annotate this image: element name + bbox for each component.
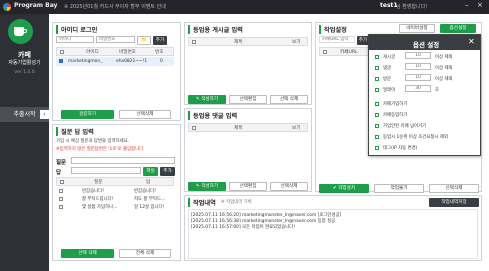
posts-limit-input[interactable]: 10 [405,52,431,59]
welcome-text: 님 환영합니다! [396,4,428,10]
add-question-button[interactable]: 추가 [160,167,175,176]
file-button[interactable]: 📁 [137,36,151,45]
select-all-checkbox[interactable] [192,40,196,44]
table-row[interactable]: marketingmon_ ehx0821~~!1 0 [56,57,174,66]
question-label: 질문 [56,160,67,166]
row-checkbox[interactable] [59,197,63,201]
add-account-button[interactable]: 추가 [153,36,167,45]
comments-checkbox[interactable] [375,66,379,70]
visits-limit-input[interactable]: 10 [405,74,431,81]
write-comment-button[interactable]: ✎ 작성하기 [188,182,226,191]
table-row[interactable]: 몇 살쯤 가입하나... 일 12살 입니다! [56,203,174,211]
option-settings-button[interactable]: 옵션설정 [440,24,476,33]
close-button[interactable]: × [477,1,483,9]
row-checkbox[interactable] [59,205,63,209]
question-panel: 질문 답 입력 가입 시 예상 질문과 답변을 입력하세요. ※입력하지 않은 … [52,124,181,261]
delete-comment-button[interactable]: 선택삭제 [270,182,308,191]
work-log-area[interactable]: [2025.07.11 16:56:20] marketingmonster_l… [188,209,478,259]
minimize-button[interactable]: – [465,1,469,9]
delay-checkbox[interactable] [375,88,379,92]
question-input[interactable] [71,157,175,164]
question-table-header: 질문 답 [56,177,174,186]
version-label: ver 1.4.0 [14,70,35,75]
select-all-checkbox[interactable] [323,50,327,54]
question-title: 질문 답 입력 [56,127,94,136]
delete-selected-question-button[interactable]: 선택 삭제 [61,249,114,258]
naver-settings-button[interactable]: 네이버설정 [399,24,435,33]
visits-checkbox[interactable] [375,77,379,81]
edit-comment-button[interactable]: 선택편집 [229,182,267,191]
cafe-logo-icon [8,19,33,44]
post-board-panel: 등업용 게시글 입력 제목 보기 ✎ 작성하기 선택편집 선택 삭제 [184,22,312,105]
notice-text[interactable]: ※ 2025년01월 카드사 무이자 할부 이벤트 안내 [64,3,166,10]
select-all-checkbox[interactable] [60,50,64,54]
post-board-title: 등업용 게시글 입력 [188,25,243,34]
work-log-subtitle: ※ 작업내역 기록 [221,200,252,205]
title-bar: Program Bay ※ 2025년01월 카드사 무이자 할부 이벤트 안내… [0,0,489,14]
post-table-header: 제목 보기 [188,37,308,46]
account-table-header: 아이디 비밀번호 번호 [56,47,174,56]
app-logo-icon [3,3,11,11]
posts-checkbox[interactable] [375,55,379,59]
password-input[interactable]: 비밀번호 [96,36,135,43]
sidebar: 카페 자동기업활성기 ver 1.4.0 추출시작 ‹ [0,14,49,271]
work-log-panel: 작업내역 ※ 작업내역 기록 작업내역저장 [2025.07.11 16:56:… [184,195,482,261]
delay-input[interactable]: 30 [405,85,431,92]
brand-subtitle: 자동기업활성기 [8,60,41,66]
write-post-button[interactable]: ✎ 작성하기 [188,95,226,104]
option-modal-title: 옵션 설정 [413,41,440,49]
install-work-button[interactable]: ✔ 작업설치 [319,184,369,193]
option-modal: 옵션 설정 ✕ 게시글 10 이상 제외 댓글 10 이상 제외 방문 10 이… [368,34,481,156]
user-name: test1 [380,2,398,9]
save-log-button[interactable]: 작업내역저장 [429,198,479,207]
verify-button[interactable]: 검증하기 [61,110,114,119]
delete-work-button[interactable]: 선택삭제 [429,184,479,193]
row-checkbox[interactable] [59,59,63,63]
comment-table-header: 제목 보기 [188,123,308,132]
app-name: Program Bay [14,2,58,9]
upload-button[interactable]: 파일 [143,167,158,176]
work-settings-title: 작업설정 [319,25,347,34]
login-title: 아이디 로그인 [56,25,97,34]
delete-selected-button[interactable]: 선택삭제 [119,110,171,119]
collapse-arrow-icon[interactable]: ‹ [40,110,49,119]
answer-label: 답 [56,170,62,176]
table-row[interactable]: 잘 부탁드립니다! 저도 잘 부탁드... [56,195,174,203]
url-table-header: 카페URL [319,47,369,56]
load-work-button[interactable]: 작업불기 [374,184,424,193]
comment-board-title: 등업용 댓글 입력 [188,111,237,120]
delete-post-button[interactable]: 선택 삭제 [270,95,308,104]
delete-all-question-button[interactable]: 전체 삭제 [119,249,171,258]
cafe-url-input[interactable]: 카페URL 입력 [319,36,355,43]
log-line: [2025.07.11 16:57:00] 모든 작업이 완료되었습니다! [191,225,296,230]
table-row[interactable]: 반갑습니다! 반갑습니다! [56,187,174,195]
id-input[interactable]: 아이디 [56,36,94,43]
option-modal-header: 옵션 설정 ✕ [369,35,480,50]
comment-board-panel: 등업용 댓글 입력 제목 보기 ✎ 작성하기 선택편집 선택삭제 [184,108,312,192]
option-close-icon[interactable]: ✕ [468,37,475,46]
select-all-checkbox[interactable] [60,180,64,184]
question-warning: ※입력하지 않은 질문답변은 '1로'로 출입합니다. [56,147,145,152]
work-log-title: 작업내역 [188,198,216,207]
select-all-checkbox[interactable] [192,126,196,130]
comments-limit-input[interactable]: 10 [405,63,431,70]
row-checkbox[interactable] [59,189,63,193]
question-description: 가입 시 예상 질문과 답변을 입력하세요. [56,139,130,144]
login-panel: 아이디 로그인 아이디 비밀번호 📁 추가 아이디 비밀번호 번호 market… [52,22,181,121]
edit-post-button[interactable]: 선택편집 [229,95,267,104]
answer-input[interactable] [71,167,141,174]
